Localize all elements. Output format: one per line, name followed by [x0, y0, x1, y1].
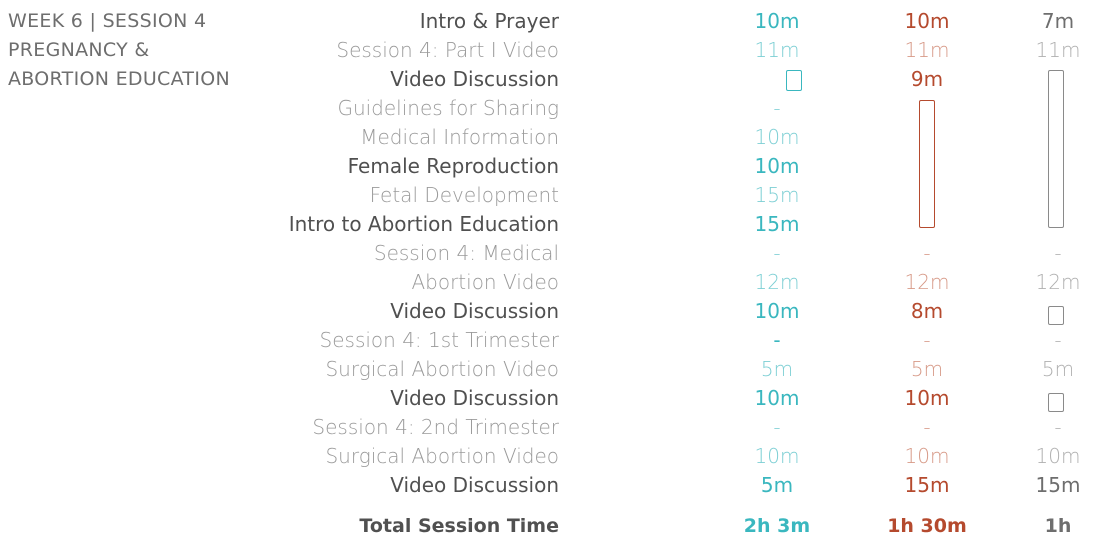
- col2-time: -: [923, 328, 931, 352]
- row-label: Video Discussion: [390, 67, 559, 91]
- col2-time: 15m: [904, 473, 950, 497]
- col2-time: -: [923, 415, 931, 439]
- schedule-row: Intro to Abortion Education 15m: [0, 210, 1106, 239]
- col1-time: 10m: [754, 444, 800, 468]
- row-label: Session 4: 2nd Trimester: [312, 415, 559, 439]
- schedule-row: Abortion Video 12m 12m 12m: [0, 268, 1106, 297]
- col1-time: 5m: [760, 473, 794, 497]
- col1-time: 10m: [754, 299, 800, 323]
- row-label: Intro & Prayer: [419, 9, 559, 33]
- col3-span-marker: [1048, 393, 1064, 412]
- col2-time: 10m: [904, 9, 950, 33]
- schedule-row: Surgical Abortion Video 5m 5m 5m: [0, 355, 1106, 384]
- col1-time: -: [773, 241, 781, 265]
- schedule-row: Video Discussion 9m: [0, 65, 1106, 94]
- col1-total: 2h 3m: [743, 515, 811, 537]
- col3-time: 11m: [1035, 38, 1081, 62]
- col1-time: 12m: [754, 270, 800, 294]
- schedule-row: Female Reproduction 10m: [0, 152, 1106, 181]
- schedule-row: Intro & Prayer 10m 10m 7m: [0, 7, 1106, 36]
- col1-time: 5m: [760, 357, 794, 381]
- col3-time: -: [1054, 241, 1062, 265]
- col1-span-marker: [786, 70, 802, 91]
- row-label: Video Discussion: [390, 299, 559, 323]
- row-label: Session 4: Medical: [373, 241, 559, 265]
- col2-time: 12m: [904, 270, 950, 294]
- col3-time: 15m: [1035, 473, 1081, 497]
- col2-time: 11m: [904, 38, 950, 62]
- col3-time: 7m: [1041, 9, 1075, 33]
- col1-time: 15m: [754, 183, 800, 207]
- col3-time: 10m: [1035, 444, 1081, 468]
- col3-time: -: [1054, 415, 1062, 439]
- col1-time: 15m: [754, 212, 800, 236]
- col1-time: 10m: [754, 125, 800, 149]
- row-label: Fetal Development: [369, 183, 559, 207]
- col3-time: 5m: [1041, 357, 1075, 381]
- col2-span-marker: [919, 100, 935, 228]
- col3-time: 12m: [1035, 270, 1081, 294]
- col2-time: 10m: [904, 444, 950, 468]
- col3-time: -: [1054, 328, 1062, 352]
- col1-time: 10m: [754, 386, 800, 410]
- col2-time: -: [923, 241, 931, 265]
- col1-time: 10m: [754, 9, 800, 33]
- schedule-row: Video Discussion 10m 8m: [0, 297, 1106, 326]
- col2-time: 8m: [910, 299, 944, 323]
- col1-time: -: [773, 328, 781, 352]
- col1-time: -: [773, 96, 781, 120]
- row-label: Video Discussion: [390, 386, 559, 410]
- col3-span-marker: [1048, 70, 1064, 228]
- col1-time: 11m: [754, 38, 800, 62]
- col3-total: 1h: [1044, 515, 1072, 537]
- row-label: Guidelines for Sharing: [337, 96, 559, 120]
- total-row: Total Session Time 2h 3m 1h 30m 1h: [0, 512, 1106, 541]
- schedule-row: Medical Information 10m: [0, 123, 1106, 152]
- col1-time: 10m: [754, 154, 800, 178]
- row-label: Surgical Abortion Video: [325, 444, 559, 468]
- row-label: Abortion Video: [411, 270, 559, 294]
- schedule-row: Session 4: Medical - - -: [0, 239, 1106, 268]
- row-label: Video Discussion: [390, 473, 559, 497]
- col1-time: -: [773, 415, 781, 439]
- schedule-row: Session 4: 1st Trimester - - -: [0, 326, 1106, 355]
- row-label: Female Reproduction: [347, 154, 559, 178]
- row-label: Surgical Abortion Video: [325, 357, 559, 381]
- row-label: Intro to Abortion Education: [288, 212, 559, 236]
- row-label: Session 4: 1st Trimester: [319, 328, 559, 352]
- schedule-row: Guidelines for Sharing -: [0, 94, 1106, 123]
- schedule-row: Session 4: Part I Video 11m 11m 11m: [0, 36, 1106, 65]
- col3-span-marker: [1048, 306, 1064, 325]
- col2-time: 10m: [904, 386, 950, 410]
- schedule-row: Session 4: 2nd Trimester - - -: [0, 413, 1106, 442]
- schedule-row: Surgical Abortion Video 10m 10m 10m: [0, 442, 1106, 471]
- col2-time: 5m: [910, 357, 944, 381]
- row-label: Medical Information: [360, 125, 559, 149]
- schedule-row: Video Discussion 10m 10m: [0, 384, 1106, 413]
- row-label: Session 4: Part I Video: [336, 38, 559, 62]
- col2-total: 1h 30m: [887, 515, 967, 537]
- schedule-row: Fetal Development 15m: [0, 181, 1106, 210]
- col2-time: 9m: [910, 67, 944, 91]
- total-label: Total Session Time: [359, 515, 559, 537]
- schedule-row: Video Discussion 5m 15m 15m: [0, 471, 1106, 500]
